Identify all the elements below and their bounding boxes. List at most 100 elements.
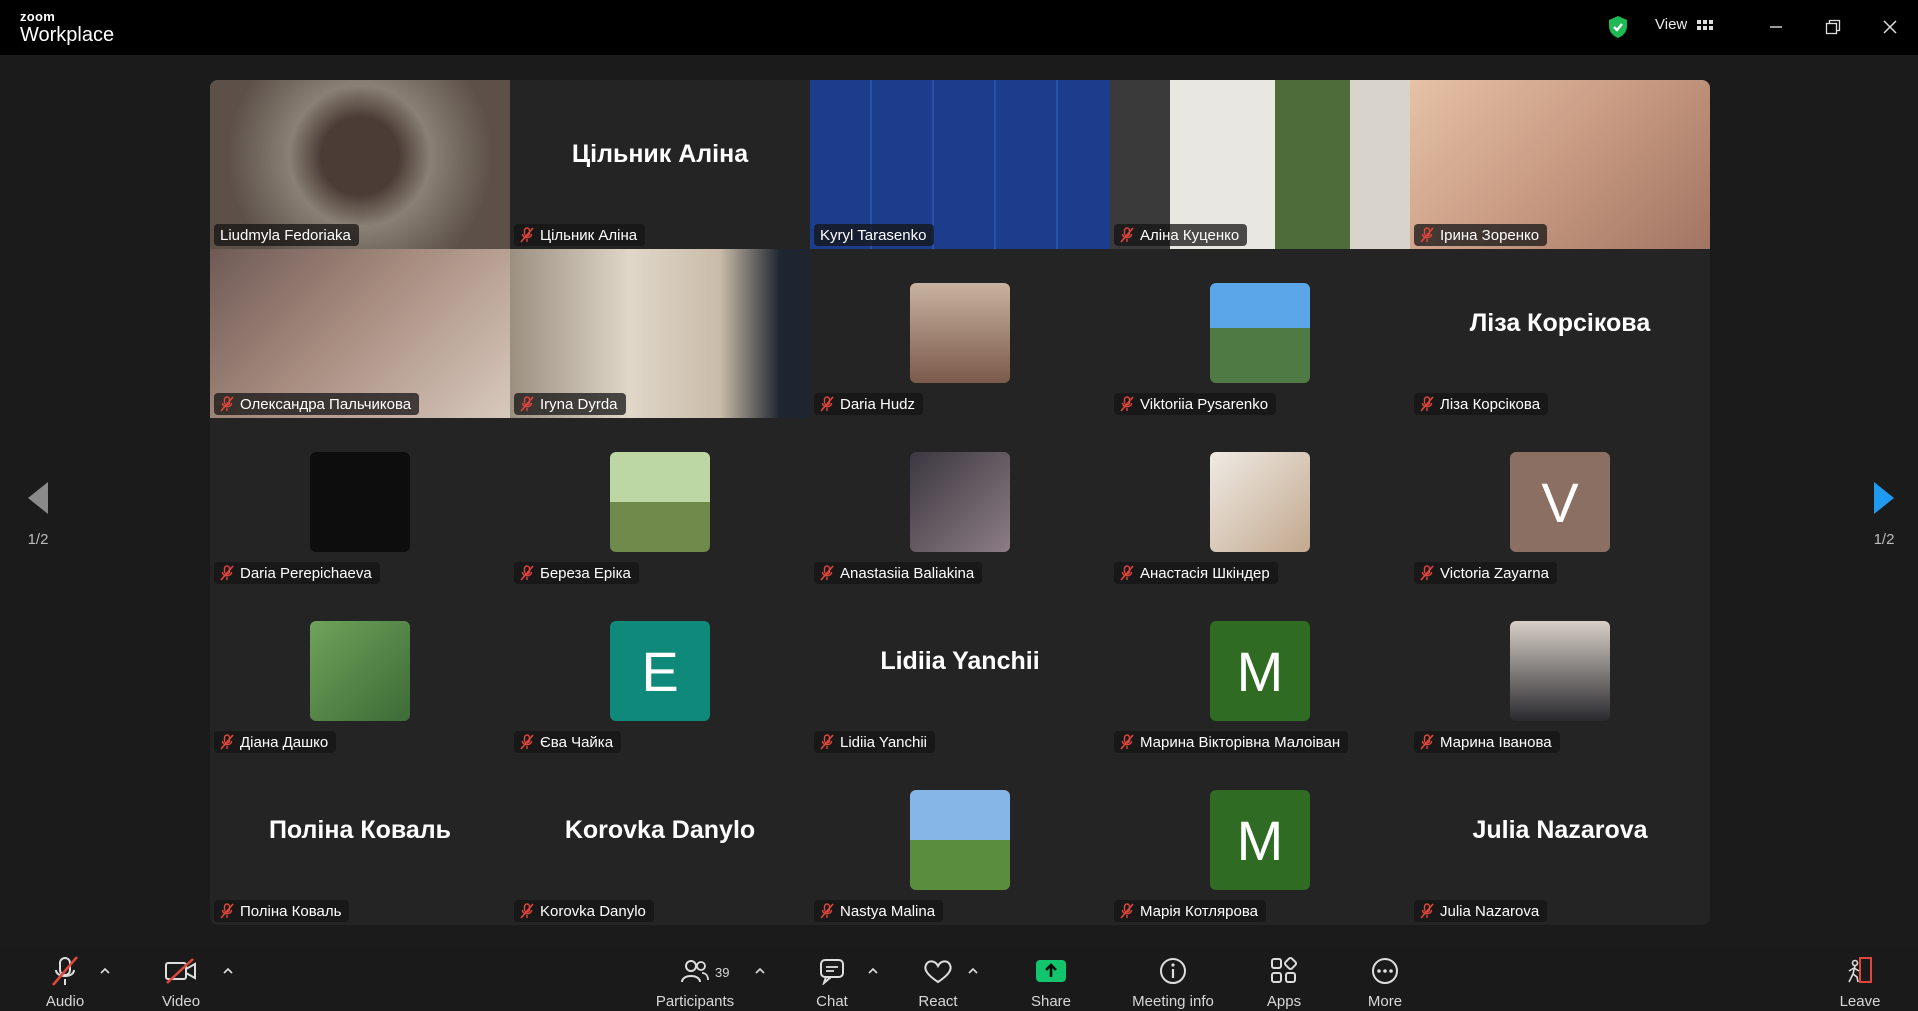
encryption-shield-icon[interactable] — [1607, 15, 1629, 39]
participant-name: Єва Чайка — [540, 733, 614, 751]
previous-page[interactable]: 1/2 — [3, 480, 73, 548]
participant-display-name: Julia Nazarova — [1472, 816, 1648, 844]
participant-name-label: Ірина Зоренко — [1414, 224, 1548, 246]
apps-button[interactable]: Apps — [1259, 946, 1309, 1011]
participant-tile[interactable]: Поліна Коваль Поліна Коваль — [210, 756, 510, 925]
participant-name-label: Марина Іванова — [1414, 731, 1560, 753]
muted-mic-icon — [1120, 565, 1134, 581]
chat-button[interactable]: Chat — [807, 946, 857, 1011]
participant-tile[interactable]: Діана Дашко — [210, 587, 510, 756]
participant-name-label: Victoria Zayarna — [1414, 562, 1557, 584]
meeting-info-button[interactable]: Meeting info — [1123, 946, 1223, 1011]
react-button[interactable]: React — [913, 946, 963, 1011]
muted-mic-icon — [220, 396, 234, 412]
participant-tile[interactable]: Марина Іванова — [1410, 587, 1710, 756]
participant-tile[interactable]: V Victoria Zayarna — [1410, 418, 1710, 587]
participants-icon — [681, 960, 709, 983]
muted-mic-icon — [1420, 227, 1434, 243]
apps-icon — [1271, 956, 1298, 983]
camera-off-icon — [165, 958, 196, 984]
microphone-muted-icon — [52, 956, 78, 986]
video-options-chevron-icon[interactable] — [221, 966, 235, 976]
participant-name-label: Анастасія Шкіндер — [1114, 562, 1278, 584]
participant-tile[interactable]: Liudmyla Fedoriaka — [210, 80, 510, 249]
initial-avatar: V — [1510, 452, 1610, 552]
audio-label: Audio — [45, 993, 85, 1010]
participant-name: Lidiia Yanchii — [840, 733, 928, 751]
participant-name-label: Daria Perepichaeva — [214, 562, 380, 584]
participant-name-label: Поліна Коваль — [214, 900, 350, 922]
participant-name: Kyryl Tarasenko — [820, 226, 927, 244]
participant-name: Anastasiia Baliakina — [840, 564, 975, 582]
profile-picture — [910, 452, 1010, 552]
participant-tile[interactable]: Ліза Корсікова Ліза Корсікова — [1410, 249, 1710, 418]
muted-mic-icon — [1420, 396, 1434, 412]
audio-options-chevron-icon[interactable] — [98, 966, 112, 976]
participant-tile[interactable]: Береза Еріка — [510, 418, 810, 587]
participant-tile[interactable]: Nastya Malina — [810, 756, 1110, 925]
participant-name-label: Kyryl Tarasenko — [814, 224, 935, 246]
participant-name: Береза Еріка — [540, 564, 631, 582]
audio-button[interactable]: Audio — [40, 946, 90, 1011]
leave-button[interactable]: Leave — [1835, 946, 1885, 1011]
leave-door-icon — [1848, 957, 1872, 983]
participant-tile[interactable]: Daria Hudz — [810, 249, 1110, 418]
participants-options-chevron-icon[interactable] — [753, 966, 767, 976]
participant-tile[interactable]: E Єва Чайка — [510, 587, 810, 756]
participant-tile[interactable]: Viktoriia Pysarenko — [1110, 249, 1410, 418]
participant-tile[interactable]: Anastasiia Baliakina — [810, 418, 1110, 587]
muted-mic-icon — [1120, 396, 1134, 412]
participant-tile[interactable]: Iryna Dyrda — [510, 249, 810, 418]
profile-picture — [610, 452, 710, 552]
chat-options-chevron-icon[interactable] — [866, 966, 880, 976]
participant-tile[interactable]: Анастасія Шкіндер — [1110, 418, 1410, 587]
more-button[interactable]: More — [1360, 946, 1410, 1011]
restore-button[interactable] — [1820, 14, 1846, 40]
participant-tile[interactable]: Lidiia Yanchii Lidiia Yanchii — [810, 587, 1110, 756]
participant-tile[interactable]: Korovka Danylo Korovka Danylo — [510, 756, 810, 925]
title-bar: zoom Workplace View — [0, 0, 1918, 55]
muted-mic-icon — [820, 734, 834, 750]
participant-name: Ірина Зоренко — [1440, 226, 1540, 244]
chat-icon — [820, 959, 844, 985]
participant-name-label: Береза Еріка — [514, 562, 639, 584]
participant-tile[interactable]: M Марія Котлярова — [1110, 756, 1410, 925]
close-button[interactable] — [1877, 14, 1903, 40]
participant-name-label: Lidiia Yanchii — [814, 731, 936, 753]
participant-name: Daria Hudz — [840, 395, 916, 413]
react-options-chevron-icon[interactable] — [966, 966, 980, 976]
participant-name: Олександра Пальчикова — [240, 395, 412, 413]
participant-name: Victoria Zayarna — [1440, 564, 1549, 582]
leave-label: Leave — [1839, 993, 1881, 1010]
muted-mic-icon — [520, 227, 534, 243]
react-label: React — [918, 993, 958, 1010]
participant-name-label: Аліна Куценко — [1114, 224, 1248, 246]
more-label: More — [1367, 993, 1403, 1010]
participant-tile[interactable]: Олександра Пальчикова — [210, 249, 510, 418]
participant-tile[interactable]: Julia Nazarova Julia Nazarova — [1410, 756, 1710, 925]
participant-name-label: Daria Hudz — [814, 393, 924, 415]
meeting-toolbar: Audio Video Participants 39 Chat React S… — [0, 946, 1918, 1011]
minimize-button[interactable] — [1763, 14, 1789, 40]
participant-name: Liudmyla Fedoriaka — [220, 226, 351, 244]
participant-tile[interactable]: Ірина Зоренко — [1410, 80, 1710, 249]
participant-tile[interactable]: Kyryl Tarasenko — [810, 80, 1110, 249]
view-button[interactable]: View — [1655, 16, 1714, 33]
participant-tile[interactable]: Daria Perepichaeva — [210, 418, 510, 587]
participant-tile[interactable]: Аліна Куценко — [1110, 80, 1410, 249]
participant-name: Ліза Корсікова — [1440, 395, 1541, 413]
muted-mic-icon — [520, 734, 534, 750]
participant-tile[interactable]: M Марина Вікторівна Малоіван — [1110, 587, 1410, 756]
participant-tile[interactable]: Цільник Аліна Цільник Аліна — [510, 80, 810, 249]
next-page[interactable]: 1/2 — [1849, 480, 1918, 548]
muted-mic-icon — [220, 903, 234, 919]
profile-picture — [910, 790, 1010, 890]
muted-mic-icon — [220, 565, 234, 581]
arrow-right-icon — [1874, 482, 1894, 514]
chat-label: Chat — [816, 993, 848, 1010]
video-button[interactable]: Video — [156, 946, 206, 1011]
share-button[interactable]: Share — [1026, 946, 1076, 1011]
muted-mic-icon — [1120, 734, 1134, 750]
restore-icon — [1825, 19, 1841, 35]
muted-mic-icon — [1420, 734, 1434, 750]
